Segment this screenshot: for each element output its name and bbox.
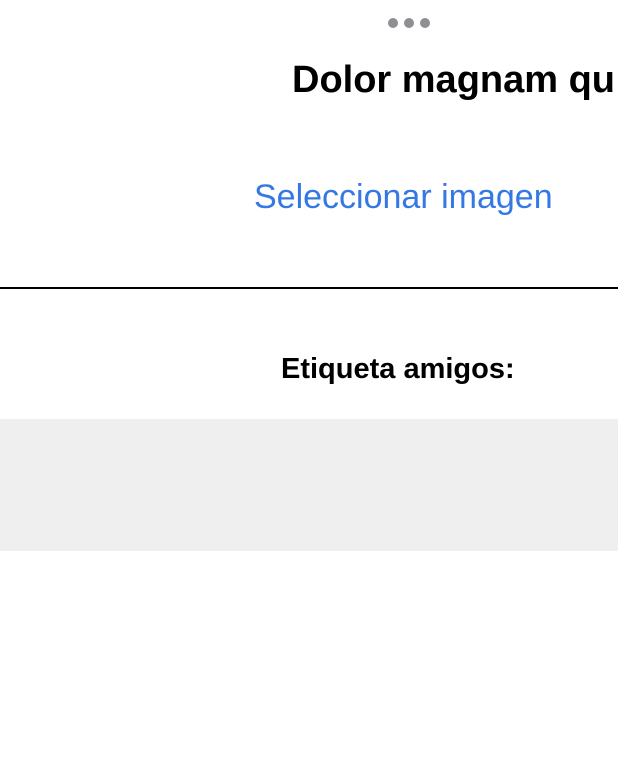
page-title: Dolor magnam qu [292,59,616,101]
tag-friends-label: Etiqueta amigos: [281,353,515,385]
screen: Dolor magnam qu Seleccionar imagen Etiqu… [0,0,618,781]
dot [388,18,398,28]
dot [404,18,414,28]
dot [420,18,430,28]
select-image-link[interactable]: Seleccionar imagen [254,174,553,220]
divider [0,287,618,289]
tag-friends-field[interactable] [0,419,618,551]
more-horizontal-icon[interactable] [388,18,430,28]
